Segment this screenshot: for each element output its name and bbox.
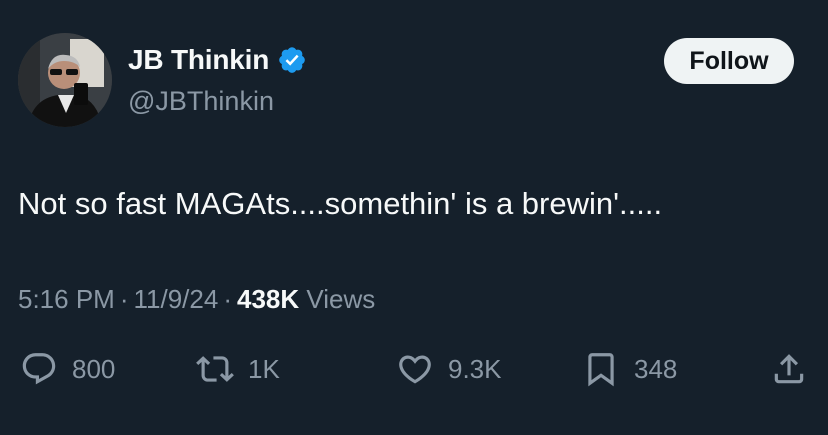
views-label: Views: [306, 284, 376, 314]
tweet-date[interactable]: 11/9/24: [134, 284, 219, 314]
avatar-photo: [18, 33, 112, 127]
author-name-row[interactable]: JB Thinkin: [128, 44, 307, 76]
like-button[interactable]: 9.3K: [396, 350, 502, 388]
author-display-name[interactable]: JB Thinkin: [128, 44, 269, 76]
author-handle[interactable]: @JBThinkin: [128, 86, 274, 117]
views-count: 438K: [237, 284, 300, 314]
tweet-meta: 5:16 PM · 11/9/24 · 438K Views: [18, 284, 375, 315]
bookmark-icon: [588, 353, 614, 387]
bookmark-button[interactable]: 348: [582, 350, 677, 388]
follow-button[interactable]: Follow: [664, 38, 794, 84]
reply-button[interactable]: 800: [20, 350, 115, 388]
bookmark-count: 348: [634, 353, 678, 384]
repost-count: 1K: [248, 353, 280, 384]
author-avatar[interactable]: [18, 33, 112, 127]
like-count: 9.3K: [448, 353, 502, 384]
repost-button[interactable]: 1K: [196, 350, 280, 388]
share-button[interactable]: [770, 350, 808, 388]
reply-icon: [22, 353, 56, 385]
separator-dot: ·: [223, 284, 232, 314]
repost-icon: [196, 356, 234, 382]
tweet-time[interactable]: 5:16 PM: [18, 284, 115, 314]
share-icon: [774, 354, 804, 384]
reply-count: 800: [72, 353, 116, 384]
verified-badge-icon: [279, 47, 305, 73]
separator-dot: ·: [119, 284, 129, 314]
heart-icon: [399, 355, 431, 384]
tweet-text: Not so fast MAGAts....somethin' is a bre…: [18, 186, 663, 221]
